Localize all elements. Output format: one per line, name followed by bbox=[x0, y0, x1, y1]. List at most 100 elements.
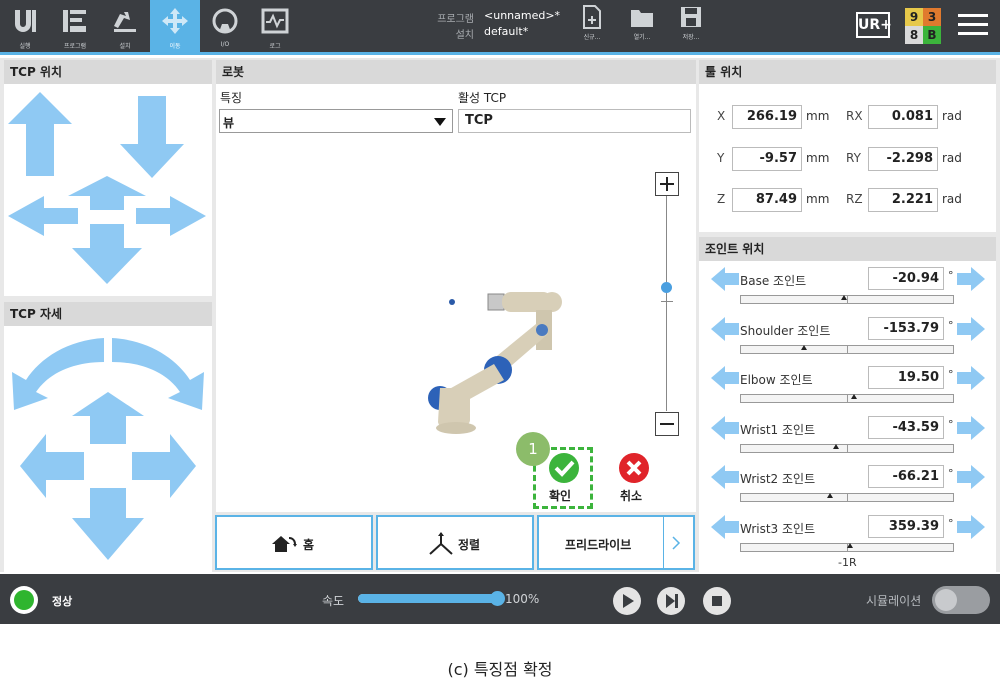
active-tcp-field[interactable]: TCP bbox=[458, 109, 691, 133]
play-icon bbox=[613, 587, 641, 615]
rotate-up-arrow[interactable] bbox=[72, 392, 144, 444]
stop-icon bbox=[703, 587, 731, 615]
tcp-backward-arrow[interactable] bbox=[72, 224, 142, 284]
tcp-left-arrow[interactable] bbox=[8, 196, 78, 236]
nav-program[interactable]: 프로그램 bbox=[50, 0, 100, 52]
y-field[interactable]: -9.57 bbox=[732, 147, 802, 171]
slider-center-tick bbox=[847, 296, 848, 303]
tcp-forward-arrow[interactable] bbox=[68, 176, 146, 210]
rotate-ccw-arrow[interactable] bbox=[12, 338, 104, 410]
joint-increase-arrow[interactable] bbox=[957, 514, 985, 539]
speed-slider-handle[interactable] bbox=[490, 591, 505, 606]
io-icon bbox=[212, 8, 238, 34]
status-digit: 8 bbox=[905, 26, 923, 44]
cancel-label[interactable]: 취소 bbox=[620, 487, 642, 504]
minus-icon bbox=[660, 423, 674, 425]
z-field[interactable]: 87.49 bbox=[732, 188, 802, 212]
degree-unit: ° bbox=[948, 368, 954, 381]
joint-slider[interactable] bbox=[740, 344, 954, 354]
save-label: 저장... bbox=[682, 34, 700, 41]
feature-select[interactable]: 뷰 bbox=[219, 109, 453, 133]
nav-log[interactable]: 로그 bbox=[250, 0, 300, 52]
joint-decrease-arrow[interactable] bbox=[711, 514, 739, 539]
joint-value-field[interactable]: -20.94 bbox=[868, 267, 944, 290]
x-field[interactable]: 266.19 bbox=[732, 105, 802, 129]
joint-decrease-arrow[interactable] bbox=[711, 316, 739, 341]
speed-slider-track[interactable] bbox=[358, 594, 498, 603]
robot-state-indicator[interactable] bbox=[10, 586, 38, 614]
joint-decrease-arrow[interactable] bbox=[711, 366, 739, 390]
rotate-left-arrow[interactable] bbox=[20, 434, 84, 498]
joint-slider[interactable] bbox=[740, 443, 954, 453]
y-label: Y bbox=[717, 151, 725, 165]
save-button[interactable]: 저장... bbox=[671, 4, 711, 41]
ry-field[interactable]: -2.298 bbox=[868, 147, 938, 171]
menu-button[interactable] bbox=[958, 12, 988, 42]
nav-run[interactable]: 실행 bbox=[0, 0, 50, 52]
nav-label: 로그 bbox=[269, 43, 281, 50]
joint-increase-arrow[interactable] bbox=[957, 415, 985, 440]
confirm-button[interactable] bbox=[548, 452, 580, 488]
tcp-up-arrow[interactable] bbox=[8, 92, 72, 176]
robot-3d-view[interactable] bbox=[420, 280, 570, 440]
wrist3-turns: -1R bbox=[838, 556, 857, 569]
joint-slider[interactable] bbox=[740, 493, 954, 502]
nav-installation[interactable]: 설치 bbox=[100, 0, 150, 52]
new-label: 신규... bbox=[583, 34, 601, 41]
joint-increase-arrow[interactable] bbox=[957, 465, 985, 489]
status-indicator[interactable]: 9 3 8 B bbox=[905, 8, 941, 44]
y-unit: mm bbox=[806, 151, 830, 165]
step-badge: 1 bbox=[516, 432, 550, 466]
joint-value-field[interactable]: 19.50 bbox=[868, 366, 944, 389]
installation-icon bbox=[114, 12, 136, 32]
joint-increase-arrow[interactable] bbox=[957, 366, 985, 390]
joint-increase-arrow[interactable] bbox=[957, 316, 985, 341]
joint-decrease-arrow[interactable] bbox=[711, 267, 739, 291]
check-circle-icon bbox=[549, 453, 579, 483]
align-button[interactable]: 정렬 bbox=[376, 515, 534, 570]
rx-field[interactable]: 0.081 bbox=[868, 105, 938, 129]
confirm-label[interactable]: 확인 bbox=[549, 487, 571, 504]
joint-decrease-arrow[interactable] bbox=[711, 415, 739, 440]
x-unit: mm bbox=[806, 109, 830, 123]
joint-value-field[interactable]: -153.79 bbox=[868, 316, 944, 340]
home-button[interactable]: 홈 bbox=[215, 515, 373, 570]
joint-slider[interactable] bbox=[740, 295, 954, 304]
tcp-right-arrow[interactable] bbox=[136, 196, 206, 236]
tool-position-title: 툴 위치 bbox=[699, 60, 996, 84]
program-value: <unnamed>* bbox=[484, 9, 561, 22]
x-circle-icon bbox=[619, 453, 649, 483]
cancel-button[interactable] bbox=[618, 452, 650, 488]
tcp-down-arrow[interactable] bbox=[120, 96, 184, 178]
zoom-slider-handle[interactable] bbox=[661, 282, 672, 293]
joint-slider[interactable] bbox=[740, 394, 954, 403]
nav-io[interactable]: I/O bbox=[200, 0, 250, 52]
freedrive-button[interactable]: 프리드라이브 bbox=[537, 515, 695, 570]
open-button[interactable]: 열기... bbox=[622, 4, 662, 41]
zoom-slider-track[interactable] bbox=[666, 196, 667, 411]
joint-slider[interactable] bbox=[740, 542, 954, 552]
rotate-cw-arrow[interactable] bbox=[112, 338, 204, 410]
rotate-down-arrow[interactable] bbox=[72, 488, 144, 560]
zoom-in-button[interactable] bbox=[655, 172, 679, 196]
joint-label: Wrist1 조인트 bbox=[740, 422, 816, 437]
joint-increase-arrow[interactable] bbox=[957, 267, 985, 291]
ur-plus-icon[interactable]: UR+ bbox=[856, 12, 892, 38]
joint-value-field[interactable]: -43.59 bbox=[868, 415, 944, 439]
play-button[interactable] bbox=[612, 586, 642, 620]
joint-value-field[interactable]: 359.39 bbox=[868, 514, 944, 538]
program-key: 프로그램 bbox=[437, 14, 474, 25]
step-button[interactable] bbox=[656, 586, 686, 620]
nav-move[interactable]: 이동 bbox=[150, 0, 200, 52]
joint-decrease-arrow[interactable] bbox=[711, 465, 739, 489]
simulation-toggle[interactable] bbox=[932, 586, 990, 614]
chevron-right-icon bbox=[672, 536, 681, 550]
zoom-out-button[interactable] bbox=[655, 412, 679, 436]
top-bar: 실행 프로그램 설치 이동 I/O 로그 프로그램 <unnamed>* 설치 … bbox=[0, 0, 1000, 52]
rz-field[interactable]: 2.221 bbox=[868, 188, 938, 212]
rotate-right-arrow[interactable] bbox=[132, 434, 196, 498]
step-icon bbox=[657, 587, 685, 615]
joint-value-field[interactable]: -66.21 bbox=[868, 465, 944, 488]
new-button[interactable]: 신규... bbox=[572, 4, 612, 41]
stop-button[interactable] bbox=[702, 586, 732, 620]
